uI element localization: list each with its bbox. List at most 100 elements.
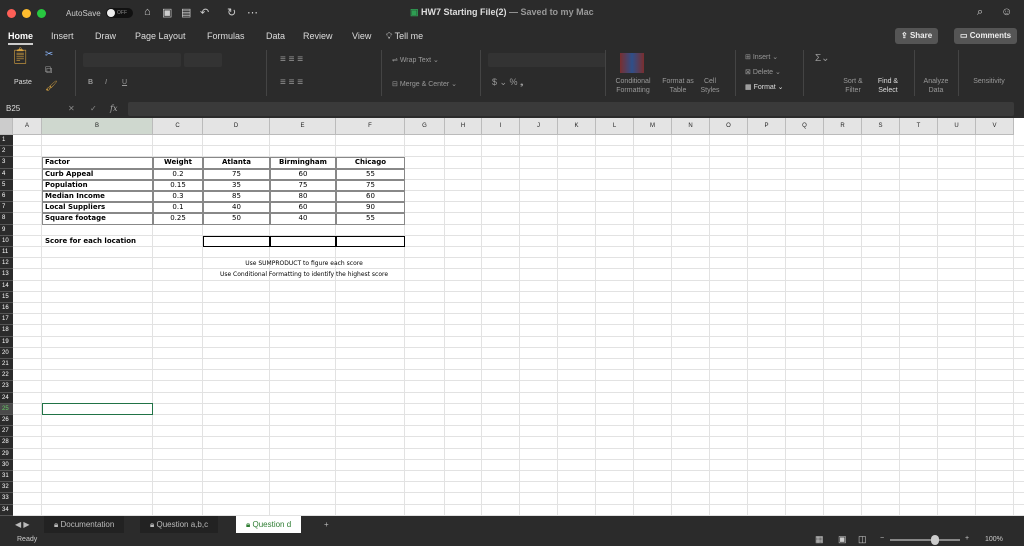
- row-header[interactable]: 18: [0, 325, 13, 337]
- row-header[interactable]: 24: [0, 392, 13, 404]
- row-header[interactable]: 29: [0, 448, 13, 460]
- minimize-window-button[interactable]: [22, 9, 31, 18]
- column-header[interactable]: D: [203, 118, 270, 135]
- tab-insert[interactable]: Insert: [51, 31, 74, 41]
- row-header[interactable]: 17: [0, 314, 13, 326]
- column-header[interactable]: F: [336, 118, 405, 135]
- tab-review[interactable]: Review: [303, 31, 333, 41]
- number-format-dropdown[interactable]: [488, 53, 606, 67]
- row-header[interactable]: 14: [0, 280, 13, 292]
- zoom-out-button[interactable]: −: [880, 535, 884, 542]
- close-window-button[interactable]: [7, 9, 16, 18]
- paste-label[interactable]: Paste: [14, 78, 32, 87]
- column-header[interactable]: R: [824, 118, 862, 135]
- delete-cells-button[interactable]: ⊠ Delete ⌄: [745, 68, 781, 77]
- row-header[interactable]: 15: [0, 291, 13, 303]
- align-top-icon[interactable]: ≡ ≡ ≡: [280, 55, 303, 65]
- home-icon[interactable]: ⌂: [144, 6, 151, 18]
- row-header[interactable]: 22: [0, 370, 13, 382]
- column-header[interactable]: N: [672, 118, 710, 135]
- underline-button[interactable]: U: [122, 78, 127, 87]
- column-header[interactable]: G: [405, 118, 445, 135]
- bold-button[interactable]: B: [88, 78, 93, 87]
- selected-cell-b25[interactable]: [42, 402, 153, 415]
- enter-icon[interactable]: ✓: [90, 104, 97, 113]
- row-header[interactable]: 13: [0, 269, 13, 281]
- column-header[interactable]: C: [153, 118, 203, 135]
- row-header[interactable]: 23: [0, 381, 13, 393]
- row-header[interactable]: 27: [0, 426, 13, 438]
- row-header[interactable]: 21: [0, 359, 13, 371]
- formula-input[interactable]: [128, 102, 1014, 116]
- share-button[interactable]: ⇪ Share: [895, 28, 939, 44]
- font-size-dropdown[interactable]: [184, 53, 222, 67]
- row-header[interactable]: 12: [0, 258, 13, 270]
- currency-button[interactable]: $ ⌄ % ❟: [492, 78, 524, 87]
- row-header[interactable]: 26: [0, 415, 13, 427]
- feedback-smiley-icon[interactable]: ☺: [1001, 6, 1012, 18]
- analyze-data-button[interactable]: Analyze Data: [917, 77, 955, 95]
- prev-sheet-arrow[interactable]: ◀ ▶: [5, 516, 40, 533]
- column-header[interactable]: B: [42, 118, 153, 135]
- align-left-icon[interactable]: ≡ ≡ ≡: [280, 78, 303, 88]
- score-cell[interactable]: [336, 235, 405, 247]
- column-header[interactable]: T: [900, 118, 938, 135]
- merge-center-button[interactable]: ⊟ Merge & Center ⌄: [392, 80, 457, 89]
- page-break-view-icon[interactable]: ◫: [858, 534, 867, 545]
- row-header[interactable]: 9: [0, 224, 13, 236]
- normal-view-icon[interactable]: ▦: [815, 534, 824, 545]
- tab-view[interactable]: View: [352, 31, 371, 41]
- tab-home[interactable]: Home: [8, 31, 34, 45]
- sensitivity-button[interactable]: Sensitivity: [965, 77, 1013, 86]
- sheet-tab-question-d[interactable]: 🔒︎ Question d: [236, 516, 302, 533]
- sort-filter-button[interactable]: Sort & Filter: [838, 77, 868, 95]
- row-header[interactable]: 3: [0, 157, 13, 169]
- row-header[interactable]: 5: [0, 179, 13, 191]
- column-header[interactable]: E: [270, 118, 336, 135]
- italic-button[interactable]: I: [105, 78, 107, 87]
- row-header[interactable]: 4: [0, 168, 13, 180]
- sheet-tab-question-abc[interactable]: 🔒︎ Question a,b,c: [140, 516, 219, 533]
- row-header[interactable]: 34: [0, 504, 13, 516]
- row-header[interactable]: 8: [0, 213, 13, 225]
- copy-icon[interactable]: ⧉: [45, 66, 52, 76]
- fx-icon[interactable]: fx: [110, 104, 117, 113]
- column-header[interactable]: I: [482, 118, 520, 135]
- row-header[interactable]: 7: [0, 202, 13, 214]
- row-header[interactable]: 31: [0, 471, 13, 483]
- page-layout-view-icon[interactable]: ▣: [838, 534, 847, 545]
- row-header[interactable]: 19: [0, 336, 13, 348]
- column-header[interactable]: K: [558, 118, 596, 135]
- column-header[interactable]: L: [596, 118, 634, 135]
- autosum-icon[interactable]: Σ⌄: [815, 54, 830, 64]
- cell-styles-button[interactable]: Cell Styles: [696, 77, 724, 95]
- format-painter-icon[interactable]: 🖌︎: [45, 82, 58, 92]
- column-header[interactable]: H: [445, 118, 482, 135]
- column-header[interactable]: J: [520, 118, 558, 135]
- conditional-formatting-icon[interactable]: [620, 53, 644, 73]
- name-box[interactable]: B25: [6, 104, 20, 113]
- sheet-tab-documentation[interactable]: 🔒︎ Documentation: [44, 516, 125, 533]
- paste-icon[interactable]: 📋︎: [10, 49, 30, 65]
- tab-draw[interactable]: Draw: [95, 31, 116, 41]
- row-header[interactable]: 6: [0, 191, 13, 203]
- column-header[interactable]: Q: [786, 118, 824, 135]
- row-header[interactable]: 32: [0, 482, 13, 494]
- spreadsheet-grid[interactable]: A B C D E F G H I J K L M N O P Q R S T U V 1 2 3 4 5 6 7 8 9 10 11 12 13 1…: [0, 118, 1024, 516]
- column-header[interactable]: P: [748, 118, 786, 135]
- row-header[interactable]: 25: [0, 403, 13, 415]
- row-header[interactable]: 10: [0, 235, 13, 247]
- row-header[interactable]: 33: [0, 493, 13, 505]
- row-header[interactable]: 2: [0, 146, 13, 158]
- tab-page-layout[interactable]: Page Layout: [135, 31, 186, 41]
- row-header[interactable]: 20: [0, 347, 13, 359]
- wrap-text-button[interactable]: ⇌ Wrap Text ⌄: [392, 56, 439, 65]
- row-header[interactable]: 28: [0, 437, 13, 449]
- row-header[interactable]: 30: [0, 459, 13, 471]
- maximize-window-button[interactable]: [37, 9, 46, 18]
- find-select-button[interactable]: Find & Select: [873, 77, 903, 95]
- score-cell[interactable]: [203, 235, 270, 247]
- format-as-table-button[interactable]: Format as Table: [662, 77, 694, 95]
- tell-me[interactable]: 💡︎ Tell me: [386, 31, 423, 42]
- column-header[interactable]: M: [634, 118, 672, 135]
